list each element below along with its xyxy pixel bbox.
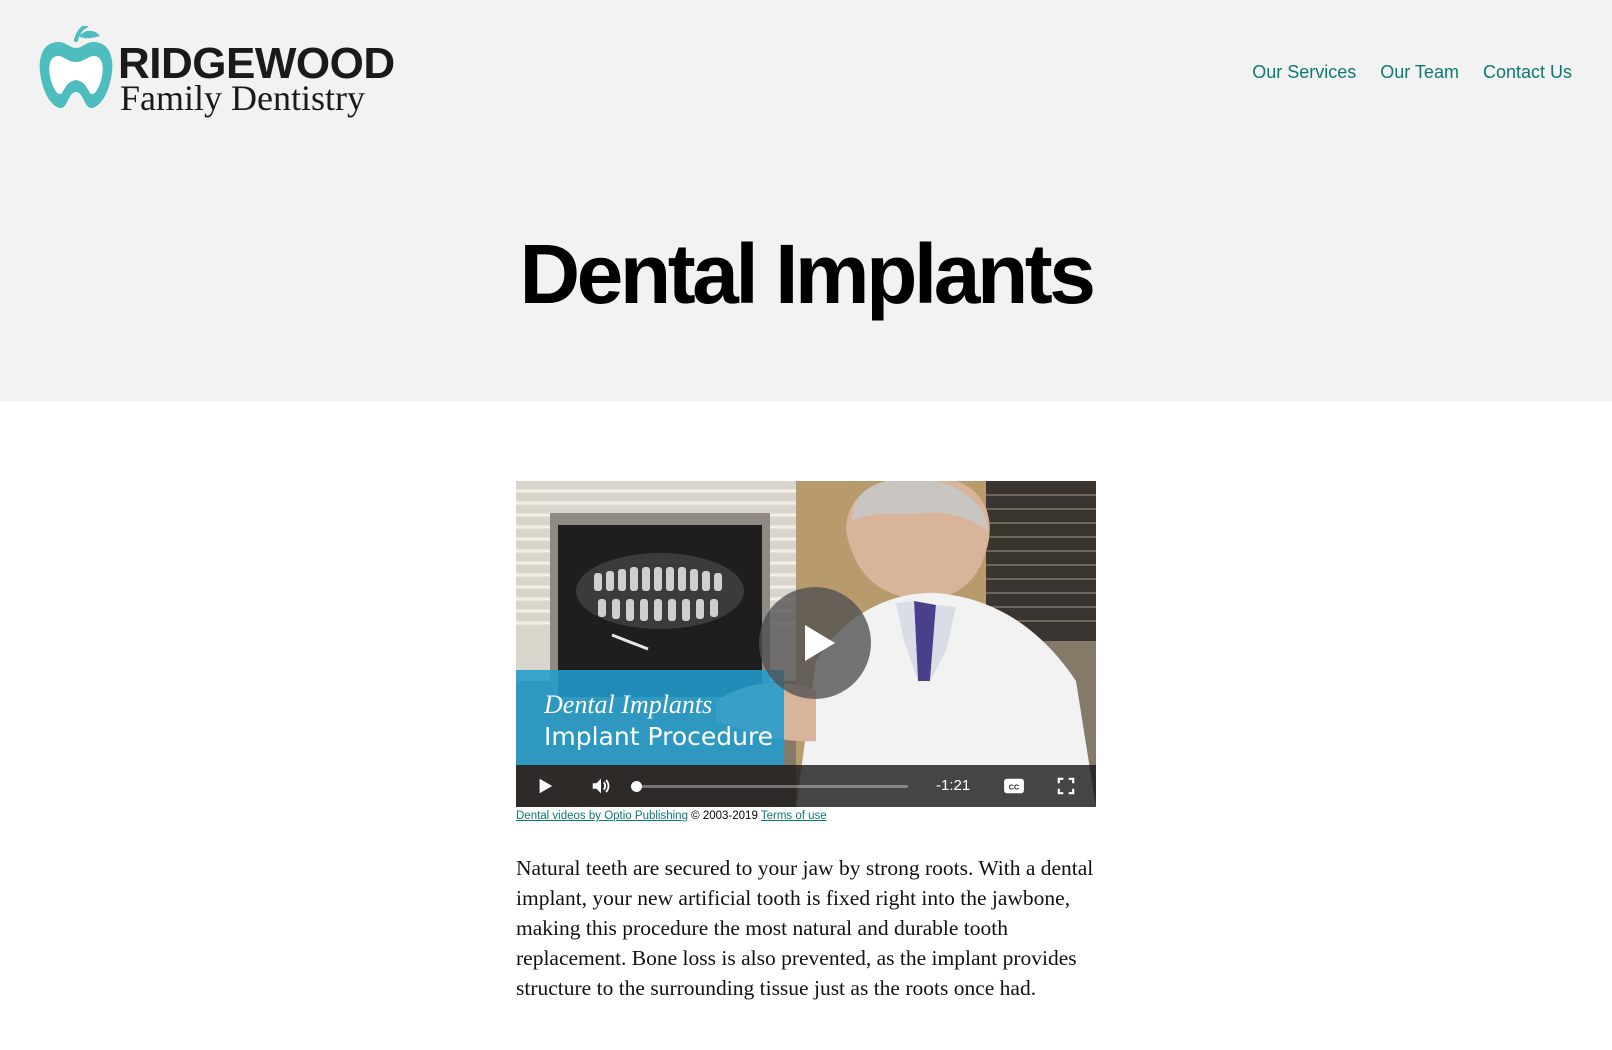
logo-wordmark-secondary: Family Dentistry: [120, 78, 365, 118]
video-caption-title: Dental Implants: [544, 690, 713, 719]
video-time-remaining: -1:21: [936, 777, 971, 794]
main-nav: Our Services Our Team Contact Us: [1252, 62, 1572, 83]
optio-publishing-link[interactable]: Dental videos by Optio Publishing: [516, 810, 688, 822]
video-big-play-button[interactable]: [759, 587, 871, 699]
svg-text:CC: CC: [1009, 783, 1019, 792]
play-icon: [805, 625, 835, 661]
video-player[interactable]: Dental Implants Implant Procedure -1:21: [516, 481, 1096, 807]
apple-tooth-logo-icon: [39, 26, 113, 109]
video-volume-button[interactable]: [586, 765, 616, 807]
page-title: Dental Implants: [519, 227, 1096, 321]
play-icon: [539, 778, 553, 794]
nav-link-contact-us[interactable]: Contact Us: [1483, 62, 1572, 83]
closed-captions-icon: CC: [1004, 778, 1024, 794]
volume-icon: [592, 778, 610, 794]
nav-link-our-services[interactable]: Our Services: [1252, 62, 1356, 83]
video-caption-banner: Dental Implants Implant Procedure: [516, 670, 784, 765]
video-progress-track[interactable]: [631, 781, 908, 792]
nav-link-our-team[interactable]: Our Team: [1380, 62, 1459, 83]
video-controls-bar: -1:21 CC: [516, 765, 1096, 807]
site-logo[interactable]: RIDGEWOOD Family Dentistry: [38, 26, 395, 122]
video-progress-knob[interactable]: [631, 781, 642, 792]
video-captions-button[interactable]: CC: [1002, 765, 1026, 807]
fullscreen-icon: [1057, 777, 1075, 795]
page-header: RIDGEWOOD Family Dentistry Our Services …: [0, 0, 1612, 401]
body-paragraph: Natural teeth are secured to your jaw by…: [516, 856, 1094, 1000]
terms-of-use-link[interactable]: Terms of use: [761, 810, 827, 822]
video-caption-subtitle: Implant Procedure: [544, 722, 774, 751]
copyright-text: © 2003-2019: [691, 810, 758, 822]
video-play-button[interactable]: [532, 765, 558, 807]
video-fullscreen-button[interactable]: [1054, 765, 1078, 807]
video-credits: Dental videos by Optio Publishing © 2003…: [516, 810, 827, 822]
